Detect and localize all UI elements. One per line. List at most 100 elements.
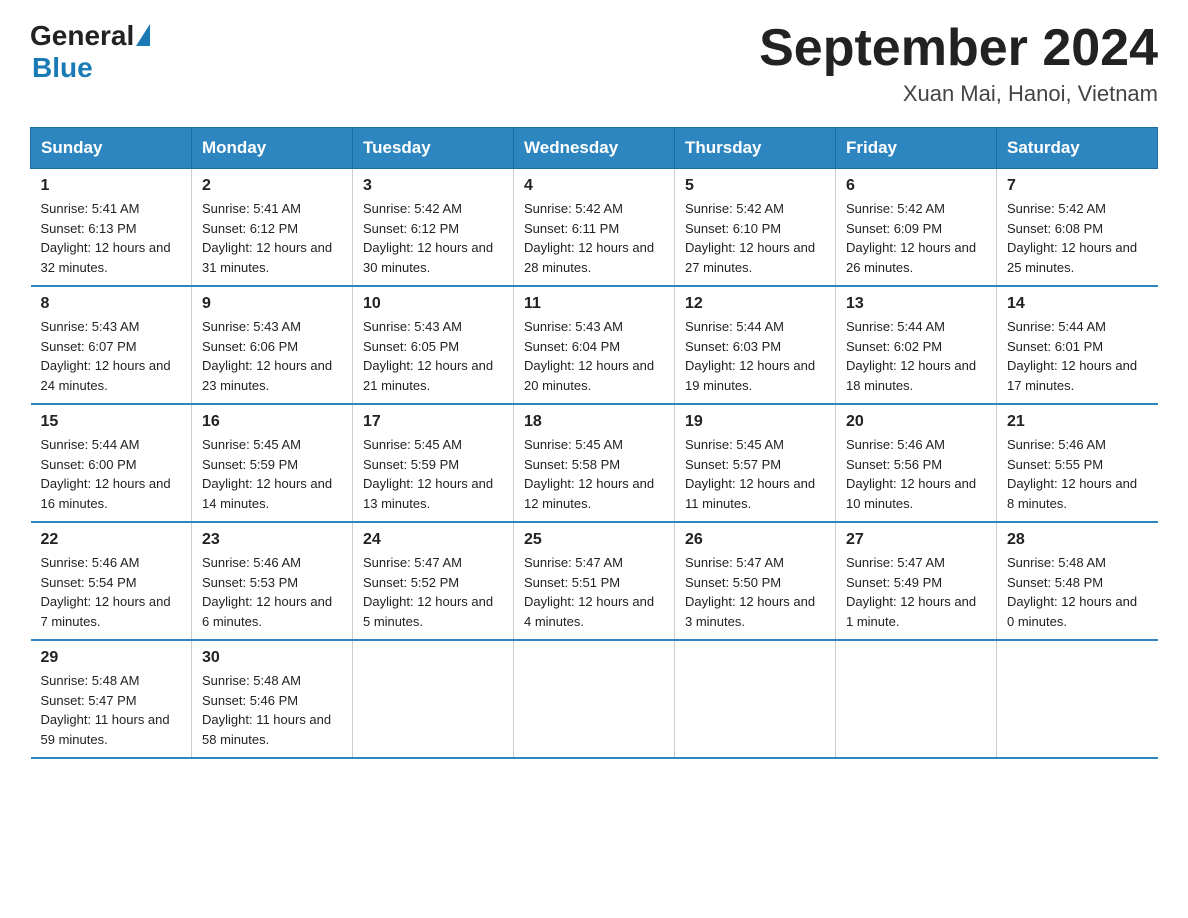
day-info: Sunrise: 5:47 AMSunset: 5:49 PMDaylight:… [846, 553, 986, 631]
calendar-cell: 5 Sunrise: 5:42 AMSunset: 6:10 PMDaylight… [675, 169, 836, 287]
calendar-cell [675, 640, 836, 758]
day-info: Sunrise: 5:43 AMSunset: 6:05 PMDaylight:… [363, 317, 503, 395]
day-info: Sunrise: 5:46 AMSunset: 5:55 PMDaylight:… [1007, 435, 1148, 513]
day-info: Sunrise: 5:47 AMSunset: 5:51 PMDaylight:… [524, 553, 664, 631]
day-info: Sunrise: 5:46 AMSunset: 5:56 PMDaylight:… [846, 435, 986, 513]
calendar-cell: 23 Sunrise: 5:46 AMSunset: 5:53 PMDayligh… [192, 522, 353, 640]
calendar-cell: 3 Sunrise: 5:42 AMSunset: 6:12 PMDaylight… [353, 169, 514, 287]
day-info: Sunrise: 5:42 AMSunset: 6:08 PMDaylight:… [1007, 199, 1148, 277]
day-number: 13 [846, 295, 986, 313]
day-number: 29 [41, 649, 182, 667]
calendar-cell: 4 Sunrise: 5:42 AMSunset: 6:11 PMDaylight… [514, 169, 675, 287]
day-info: Sunrise: 5:43 AMSunset: 6:07 PMDaylight:… [41, 317, 182, 395]
day-info: Sunrise: 5:45 AMSunset: 5:59 PMDaylight:… [363, 435, 503, 513]
calendar-cell: 24Sunrise: 5:47 AMSunset: 5:52 PMDayligh… [353, 522, 514, 640]
calendar-cell [514, 640, 675, 758]
day-number: 16 [202, 413, 342, 431]
header-day-monday: Monday [192, 128, 353, 169]
day-info: Sunrise: 5:42 AMSunset: 6:12 PMDaylight:… [363, 199, 503, 277]
calendar-cell: 14Sunrise: 5:44 AMSunset: 6:01 PMDayligh… [997, 286, 1158, 404]
calendar-cell: 20 Sunrise: 5:46 AMSunset: 5:56 PMDayligh… [836, 404, 997, 522]
calendar-cell: 26Sunrise: 5:47 AMSunset: 5:50 PMDayligh… [675, 522, 836, 640]
calendar-cell: 11 Sunrise: 5:43 AMSunset: 6:04 PMDayligh… [514, 286, 675, 404]
header-day-tuesday: Tuesday [353, 128, 514, 169]
calendar-cell: 7 Sunrise: 5:42 AMSunset: 6:08 PMDaylight… [997, 169, 1158, 287]
calendar-cell: 12 Sunrise: 5:44 AMSunset: 6:03 PMDayligh… [675, 286, 836, 404]
day-number: 4 [524, 177, 664, 195]
day-info: Sunrise: 5:46 AMSunset: 5:53 PMDaylight:… [202, 553, 342, 631]
calendar-cell: 2 Sunrise: 5:41 AMSunset: 6:12 PMDaylight… [192, 169, 353, 287]
day-number: 19 [685, 413, 825, 431]
header-day-sunday: Sunday [31, 128, 192, 169]
day-number: 27 [846, 531, 986, 549]
title-block: September 2024 Xuan Mai, Hanoi, Vietnam [759, 20, 1158, 107]
day-number: 23 [202, 531, 342, 549]
logo-blue-text: Blue [32, 52, 93, 84]
logo: General Blue [30, 20, 150, 84]
day-number: 7 [1007, 177, 1148, 195]
calendar-cell [997, 640, 1158, 758]
calendar-table: SundayMondayTuesdayWednesdayThursdayFrid… [30, 127, 1158, 759]
calendar-week-row: 29 Sunrise: 5:48 AMSunset: 5:47 PMDayligh… [31, 640, 1158, 758]
calendar-cell: 28Sunrise: 5:48 AMSunset: 5:48 PMDayligh… [997, 522, 1158, 640]
calendar-week-row: 15Sunrise: 5:44 AMSunset: 6:00 PMDayligh… [31, 404, 1158, 522]
day-number: 2 [202, 177, 342, 195]
page-header: General Blue September 2024 Xuan Mai, Ha… [30, 20, 1158, 107]
day-info: Sunrise: 5:44 AMSunset: 6:01 PMDaylight:… [1007, 317, 1148, 395]
day-number: 30 [202, 649, 342, 667]
calendar-cell: 13 Sunrise: 5:44 AMSunset: 6:02 PMDayligh… [836, 286, 997, 404]
calendar-week-row: 8 Sunrise: 5:43 AMSunset: 6:07 PMDaylight… [31, 286, 1158, 404]
day-number: 25 [524, 531, 664, 549]
calendar-cell: 19Sunrise: 5:45 AMSunset: 5:57 PMDayligh… [675, 404, 836, 522]
calendar-cell: 25 Sunrise: 5:47 AMSunset: 5:51 PMDayligh… [514, 522, 675, 640]
day-number: 8 [41, 295, 182, 313]
header-day-saturday: Saturday [997, 128, 1158, 169]
day-number: 18 [524, 413, 664, 431]
day-info: Sunrise: 5:48 AMSunset: 5:46 PMDaylight:… [202, 671, 342, 749]
day-number: 12 [685, 295, 825, 313]
day-number: 15 [41, 413, 182, 431]
day-info: Sunrise: 5:42 AMSunset: 6:09 PMDaylight:… [846, 199, 986, 277]
day-number: 21 [1007, 413, 1148, 431]
day-info: Sunrise: 5:41 AMSunset: 6:12 PMDaylight:… [202, 199, 342, 277]
day-info: Sunrise: 5:42 AMSunset: 6:10 PMDaylight:… [685, 199, 825, 277]
logo-triangle-icon [136, 24, 150, 46]
calendar-week-row: 1 Sunrise: 5:41 AMSunset: 6:13 PMDaylight… [31, 169, 1158, 287]
calendar-cell: 10 Sunrise: 5:43 AMSunset: 6:05 PMDayligh… [353, 286, 514, 404]
day-info: Sunrise: 5:45 AMSunset: 5:58 PMDaylight:… [524, 435, 664, 513]
day-number: 1 [41, 177, 182, 195]
day-number: 11 [524, 295, 664, 313]
day-number: 28 [1007, 531, 1148, 549]
day-info: Sunrise: 5:45 AMSunset: 5:59 PMDaylight:… [202, 435, 342, 513]
day-number: 3 [363, 177, 503, 195]
calendar-cell [353, 640, 514, 758]
calendar-cell: 29 Sunrise: 5:48 AMSunset: 5:47 PMDayligh… [31, 640, 192, 758]
header-day-thursday: Thursday [675, 128, 836, 169]
day-number: 20 [846, 413, 986, 431]
calendar-week-row: 22 Sunrise: 5:46 AMSunset: 5:54 PMDayligh… [31, 522, 1158, 640]
day-info: Sunrise: 5:47 AMSunset: 5:50 PMDaylight:… [685, 553, 825, 631]
day-number: 5 [685, 177, 825, 195]
day-info: Sunrise: 5:43 AMSunset: 6:04 PMDaylight:… [524, 317, 664, 395]
day-info: Sunrise: 5:43 AMSunset: 6:06 PMDaylight:… [202, 317, 342, 395]
calendar-cell: 16 Sunrise: 5:45 AMSunset: 5:59 PMDayligh… [192, 404, 353, 522]
day-info: Sunrise: 5:44 AMSunset: 6:03 PMDaylight:… [685, 317, 825, 395]
calendar-header-row: SundayMondayTuesdayWednesdayThursdayFrid… [31, 128, 1158, 169]
calendar-cell: 1 Sunrise: 5:41 AMSunset: 6:13 PMDaylight… [31, 169, 192, 287]
day-info: Sunrise: 5:41 AMSunset: 6:13 PMDaylight:… [41, 199, 182, 277]
day-number: 9 [202, 295, 342, 313]
calendar-cell: 30 Sunrise: 5:48 AMSunset: 5:46 PMDayligh… [192, 640, 353, 758]
header-day-wednesday: Wednesday [514, 128, 675, 169]
calendar-cell: 27 Sunrise: 5:47 AMSunset: 5:49 PMDayligh… [836, 522, 997, 640]
day-number: 10 [363, 295, 503, 313]
day-info: Sunrise: 5:48 AMSunset: 5:47 PMDaylight:… [41, 671, 182, 749]
location-subtitle: Xuan Mai, Hanoi, Vietnam [759, 81, 1158, 107]
day-number: 22 [41, 531, 182, 549]
calendar-cell [836, 640, 997, 758]
day-info: Sunrise: 5:46 AMSunset: 5:54 PMDaylight:… [41, 553, 182, 631]
day-info: Sunrise: 5:42 AMSunset: 6:11 PMDaylight:… [524, 199, 664, 277]
calendar-cell: 9 Sunrise: 5:43 AMSunset: 6:06 PMDaylight… [192, 286, 353, 404]
logo-general-text: General [30, 20, 134, 52]
calendar-cell: 17Sunrise: 5:45 AMSunset: 5:59 PMDayligh… [353, 404, 514, 522]
day-info: Sunrise: 5:44 AMSunset: 6:02 PMDaylight:… [846, 317, 986, 395]
